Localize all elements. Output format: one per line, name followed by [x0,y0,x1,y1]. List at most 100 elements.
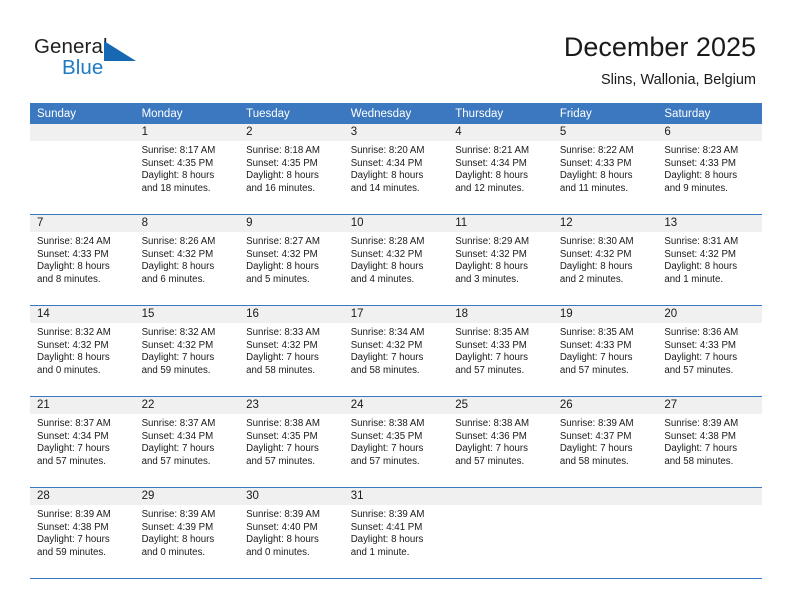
daylight-text-line1: Daylight: 8 hours [350,534,424,546]
calendar-day-cell[interactable]: 9 Sunrise: 8:27 AM Sunset: 4:32 PM Daylight… [239,214,344,306]
calendar-day-cell[interactable]: 13 Sunrise: 8:31 AM Sunset: 4:32 PM Dayligh… [657,214,762,306]
day-number: 13 [657,215,762,232]
sunrise-text: Sunrise: 8:32 AM [141,327,216,338]
daylight-text-line2: and 18 minutes. [141,182,211,194]
calendar-day-cell[interactable]: 15 Sunrise: 8:32 AM Sunset: 4:32 PM Dayligh… [134,305,240,397]
sunset-text: Sunset: 4:33 PM [664,157,736,169]
day-cell-content: 19 Sunrise: 8:35 AM Sunset: 4:33 PM Dayligh… [552,306,658,395]
calendar-day-cell[interactable]: 3 Sunrise: 8:20 AM Sunset: 4:34 PM Daylight… [343,124,449,215]
calendar-day-cell[interactable]: 6 Sunrise: 8:23 AM Sunset: 4:33 PM Daylight… [657,124,762,215]
day-cell-content: 12 Sunrise: 8:30 AM Sunset: 4:32 PM Dayligh… [552,215,658,304]
sunset-text: Sunset: 4:32 PM [455,248,527,260]
daylight-text-line2: and 57 minutes. [246,455,316,467]
sunset-text: Sunset: 4:34 PM [350,157,423,169]
day-number [657,488,762,505]
day-number [448,488,553,505]
sunrise-text: Sunrise: 8:18 AM [246,145,320,156]
calendar-day-cell[interactable]: 28 Sunrise: 8:39 AM Sunset: 4:38 PM Dayligh… [30,487,135,579]
calendar-day-cell[interactable]: 22 Sunrise: 8:37 AM Sunset: 4:34 PM Dayligh… [134,396,240,488]
sunset-text: Sunset: 4:32 PM [246,339,318,351]
calendar-day-cell[interactable]: 11 Sunrise: 8:29 AM Sunset: 4:32 PM Dayligh… [448,214,553,306]
daylight-text-line2: and 57 minutes. [37,455,106,467]
daylight-text-line1: Daylight: 8 hours [559,261,633,273]
day-number: 26 [552,397,658,414]
daylight-text-line2: and 58 minutes. [664,455,734,467]
day-number: 14 [30,306,135,323]
daylight-text-line2: and 58 minutes. [350,364,420,376]
weekday-header-saturday: Saturday [657,103,762,124]
daylight-text-line1: Daylight: 8 hours [246,261,319,273]
sunrise-text: Sunrise: 8:38 AM [455,418,530,429]
calendar-day-cell[interactable]: 18 Sunrise: 8:35 AM Sunset: 4:33 PM Dayligh… [448,305,553,397]
day-sun-info: Sunrise: 8:32 AM Sunset: 4:32 PM Daylight:… [135,323,240,377]
day-sun-info: Sunrise: 8:39 AM Sunset: 4:39 PM Daylight:… [135,505,240,559]
calendar-day-cell[interactable]: 8 Sunrise: 8:26 AM Sunset: 4:32 PM Daylight… [134,214,240,306]
sunrise-text: Sunrise: 8:29 AM [455,236,530,247]
sunrise-text: Sunrise: 8:26 AM [141,236,216,247]
calendar-day-cell[interactable]: 14 Sunrise: 8:32 AM Sunset: 4:32 PM Dayligh… [30,305,135,397]
day-sun-info: Sunrise: 8:39 AM Sunset: 4:38 PM Daylight:… [30,505,135,559]
sunrise-text: Sunrise: 8:30 AM [559,236,634,247]
calendar-day-cell[interactable]: 23 Sunrise: 8:38 AM Sunset: 4:35 PM Dayligh… [239,396,344,488]
calendar-day-cell[interactable]: 31 Sunrise: 8:39 AM Sunset: 4:41 PM Dayligh… [343,487,449,579]
day-cell-content: 28 Sunrise: 8:39 AM Sunset: 4:38 PM Dayligh… [30,488,135,577]
daylight-text-line1: Daylight: 7 hours [141,443,215,455]
calendar-day-cell[interactable]: 12 Sunrise: 8:30 AM Sunset: 4:32 PM Dayligh… [552,214,658,306]
sunset-text: Sunset: 4:32 PM [141,339,214,351]
sunrise-text: Sunrise: 8:35 AM [559,327,634,338]
calendar-day-cell[interactable]: 5 Sunrise: 8:22 AM Sunset: 4:33 PM Daylight… [552,124,658,215]
daylight-text-line2: and 8 minutes. [37,273,101,285]
daylight-text-line1: Daylight: 8 hours [455,170,528,182]
sunrise-text: Sunrise: 8:33 AM [246,327,320,338]
day-number: 25 [448,397,553,414]
calendar-day-cell[interactable]: 25 Sunrise: 8:38 AM Sunset: 4:36 PM Dayligh… [448,396,553,488]
weekday-header-friday: Friday [552,103,658,124]
calendar-week-row: 7 Sunrise: 8:24 AM Sunset: 4:33 PM Daylight… [30,214,762,306]
sunset-text: Sunset: 4:33 PM [455,339,527,351]
calendar-day-cell[interactable]: 17 Sunrise: 8:34 AM Sunset: 4:32 PM Dayligh… [343,305,449,397]
day-cell-content: 10 Sunrise: 8:28 AM Sunset: 4:32 PM Dayligh… [343,215,449,304]
daylight-text-line2: and 59 minutes. [37,546,106,558]
calendar-day-cell[interactable]: 7 Sunrise: 8:24 AM Sunset: 4:33 PM Daylight… [30,214,135,306]
daylight-text-line2: and 12 minutes. [455,182,525,194]
day-cell-content: 13 Sunrise: 8:31 AM Sunset: 4:32 PM Dayligh… [657,215,762,304]
sunset-text: Sunset: 4:37 PM [559,430,632,442]
daylight-text-line1: Daylight: 8 hours [455,261,528,273]
sunrise-text: Sunrise: 8:38 AM [350,418,425,429]
sunset-text: Sunset: 4:35 PM [246,430,318,442]
sunrise-text: Sunrise: 8:31 AM [664,236,739,247]
calendar-day-cell[interactable]: 20 Sunrise: 8:36 AM Sunset: 4:33 PM Dayligh… [657,305,762,397]
sunrise-text: Sunrise: 8:39 AM [246,509,320,520]
calendar-day-cell[interactable]: 16 Sunrise: 8:33 AM Sunset: 4:32 PM Dayligh… [239,305,344,397]
calendar-day-cell[interactable]: 1 Sunrise: 8:17 AM Sunset: 4:35 PM Daylight… [134,124,240,215]
calendar-day-cell[interactable]: 27 Sunrise: 8:39 AM Sunset: 4:38 PM Dayligh… [657,396,762,488]
calendar-day-cell[interactable]: 4 Sunrise: 8:21 AM Sunset: 4:34 PM Daylight… [448,124,553,215]
calendar-day-cell[interactable]: 21 Sunrise: 8:37 AM Sunset: 4:34 PM Dayligh… [30,396,135,488]
day-number: 9 [239,215,344,232]
day-sun-info: Sunrise: 8:39 AM Sunset: 4:38 PM Daylight:… [657,414,762,468]
daylight-text-line1: Daylight: 8 hours [246,170,319,182]
day-number: 6 [657,124,762,141]
day-cell-content: 29 Sunrise: 8:39 AM Sunset: 4:39 PM Dayligh… [134,488,240,577]
day-number: 17 [343,306,449,323]
calendar-day-cell[interactable]: 2 Sunrise: 8:18 AM Sunset: 4:35 PM Daylight… [239,124,344,215]
day-sun-info: Sunrise: 8:36 AM Sunset: 4:33 PM Daylight:… [657,323,762,377]
calendar-day-cell[interactable]: 30 Sunrise: 8:39 AM Sunset: 4:40 PM Dayligh… [239,487,344,579]
sunrise-text: Sunrise: 8:27 AM [246,236,320,247]
weekday-header-wednesday: Wednesday [343,103,449,124]
day-cell-content: 1 Sunrise: 8:17 AM Sunset: 4:35 PM Daylight… [134,124,240,213]
calendar-day-cell[interactable]: 10 Sunrise: 8:28 AM Sunset: 4:32 PM Dayligh… [343,214,449,306]
calendar-day-cell[interactable]: 26 Sunrise: 8:39 AM Sunset: 4:37 PM Dayligh… [552,396,658,488]
daylight-text-line2: and 5 minutes. [246,273,310,285]
day-cell-content: 21 Sunrise: 8:37 AM Sunset: 4:34 PM Dayligh… [30,397,135,486]
calendar-day-cell[interactable]: 24 Sunrise: 8:38 AM Sunset: 4:35 PM Dayligh… [343,396,449,488]
sunrise-text: Sunrise: 8:37 AM [141,418,216,429]
day-number: 12 [552,215,658,232]
day-cell-content: 26 Sunrise: 8:39 AM Sunset: 4:37 PM Dayligh… [552,397,658,486]
day-sun-info: Sunrise: 8:18 AM Sunset: 4:35 PM Daylight:… [239,141,344,195]
sunset-text: Sunset: 4:32 PM [350,339,423,351]
calendar-day-cell[interactable]: 29 Sunrise: 8:39 AM Sunset: 4:39 PM Dayligh… [134,487,240,579]
calendar-day-cell[interactable]: 19 Sunrise: 8:35 AM Sunset: 4:33 PM Dayligh… [552,305,658,397]
day-cell-content: 6 Sunrise: 8:23 AM Sunset: 4:33 PM Daylight… [657,124,762,213]
daylight-text-line1: Daylight: 8 hours [350,261,424,273]
